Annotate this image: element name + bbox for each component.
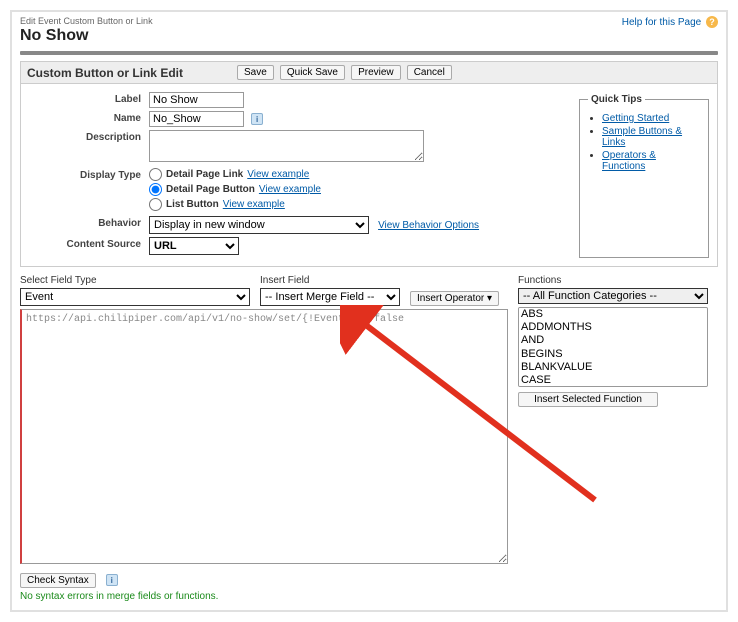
view-behavior-options-link[interactable]: View Behavior Options (378, 220, 479, 231)
help-icon: ? (706, 16, 718, 28)
view-example-link[interactable]: View example (247, 169, 309, 180)
section-title: Custom Button or Link Edit (27, 66, 227, 80)
info-icon[interactable]: i (251, 113, 263, 125)
page-title: No Show (20, 27, 153, 45)
insert-operator-button[interactable]: Insert Operator ▾ (410, 291, 499, 306)
insert-operator-label: Insert Operator (417, 293, 484, 304)
breadcrumb: Edit Event Custom Button or Link (20, 16, 153, 26)
quick-tips-legend: Quick Tips (588, 94, 645, 105)
function-list[interactable]: ABS ADDMONTHS AND BEGINS BLANKVALUE CASE (518, 307, 708, 387)
info-icon[interactable]: i (106, 574, 118, 586)
insert-field-select[interactable]: -- Insert Merge Field -- (260, 288, 400, 306)
cancel-button[interactable]: Cancel (407, 65, 452, 80)
name-input[interactable] (149, 111, 244, 127)
preview-button[interactable]: Preview (351, 65, 401, 80)
help-link[interactable]: Help for this Page ? (622, 16, 718, 28)
divider (20, 51, 718, 55)
radio-label-page-link: Detail Page Link (166, 169, 243, 180)
check-syntax-button[interactable]: Check Syntax (20, 573, 96, 588)
description-textarea[interactable] (149, 130, 424, 162)
tip-sample-buttons[interactable]: Sample Buttons & Links (602, 126, 682, 148)
description-label: Description (27, 130, 149, 143)
content-source-label: Content Source (27, 237, 149, 250)
tip-operators-functions[interactable]: Operators & Functions (602, 150, 656, 172)
tip-getting-started[interactable]: Getting Started (602, 113, 669, 124)
view-example-link[interactable]: View example (259, 184, 321, 195)
syntax-ok-message: No syntax errors in merge fields or func… (20, 591, 508, 602)
formula-editor[interactable]: https://api.chilipiper.com/api/v1/no-sho… (20, 309, 508, 564)
select-field-type-label: Select Field Type (20, 275, 250, 286)
display-type-label: Display Type (27, 168, 149, 181)
functions-label: Functions (518, 275, 718, 286)
radio-list-button[interactable] (149, 198, 162, 211)
help-link-text: Help for this Page (622, 17, 702, 28)
radio-detail-page-link[interactable] (149, 168, 162, 181)
label-label: Label (27, 92, 149, 105)
radio-label-page-button: Detail Page Button (166, 184, 255, 195)
label-input[interactable] (149, 92, 244, 108)
function-category-select[interactable]: -- All Function Categories -- (518, 288, 708, 304)
behavior-select[interactable]: Display in new window (149, 216, 369, 234)
behavior-label: Behavior (27, 216, 149, 229)
quick-tips-panel: Quick Tips Getting Started Sample Button… (579, 94, 709, 258)
view-example-link[interactable]: View example (223, 199, 285, 210)
save-button[interactable]: Save (237, 65, 274, 80)
radio-detail-page-button[interactable] (149, 183, 162, 196)
insert-selected-function-button[interactable]: Insert Selected Function (518, 392, 658, 407)
name-label: Name (27, 111, 149, 124)
radio-label-list-button: List Button (166, 199, 219, 210)
content-source-select[interactable]: URL (149, 237, 239, 255)
insert-field-label: Insert Field (260, 275, 400, 286)
quick-save-button[interactable]: Quick Save (280, 65, 345, 80)
select-field-type[interactable]: Event (20, 288, 250, 306)
